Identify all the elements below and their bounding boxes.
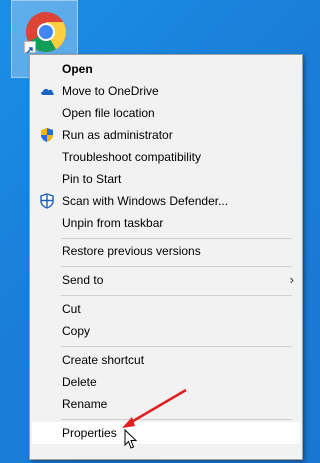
menu-item-unpin-from-taskbar[interactable]: Unpin from taskbar [32,212,300,234]
menu-separator [61,419,292,420]
menu-separator [61,295,292,296]
menu-item-label: Restore previous versions [62,244,201,258]
defender-icon [40,193,54,209]
menu-item-label: Pin to Start [62,172,122,186]
chevron-right-icon: › [289,272,294,287]
menu-item-label: Send to [62,273,104,287]
menu-item-troubleshoot-compatibility[interactable]: Troubleshoot compatibility [32,146,300,168]
menu-item-label: Delete [62,375,97,389]
menu-item-pin-to-start[interactable]: Pin to Start [32,168,300,190]
onedrive-cloud-icon [41,88,54,95]
menu-item-move-to-onedrive[interactable]: Move to OneDrive [32,80,300,102]
menu-separator [61,266,292,267]
menu-item-label: Scan with Windows Defender... [62,194,229,208]
menu-item-label: Troubleshoot compatibility [62,150,201,164]
menu-item-label: Create shortcut [62,353,145,367]
menu-separator [61,238,292,239]
uac-shield-icon [41,128,53,142]
menu-item-copy[interactable]: Copy [32,320,300,342]
menu-item-scan-with-defender[interactable]: Scan with Windows Defender... [32,190,300,212]
menu-item-send-to[interactable]: Send to › [32,269,300,291]
menu-item-label: Open file location [62,106,155,120]
menu-item-label: Open [62,62,93,76]
menu-item-open[interactable]: Open [32,58,300,80]
menu-separator [61,346,292,347]
shortcut-overlay-icon [24,41,36,54]
menu-item-cut[interactable]: Cut [32,298,300,320]
mouse-cursor-icon [124,429,138,449]
menu-item-label: Copy [62,324,91,338]
menu-item-open-file-location[interactable]: Open file location [32,102,300,124]
menu-item-label: Properties [62,426,117,440]
menu-item-rename[interactable]: Rename [32,393,300,415]
menu-item-properties[interactable]: Properties [32,422,300,444]
context-menu: Open Move to OneDrive Open file location… [29,54,303,460]
menu-item-restore-previous-versions[interactable]: Restore previous versions [32,240,300,262]
menu-item-run-as-administrator[interactable]: Run as administrator [32,124,300,146]
menu-item-label: Move to OneDrive [62,84,159,98]
menu-item-create-shortcut[interactable]: Create shortcut [32,349,300,371]
menu-item-label: Unpin from taskbar [62,216,164,230]
menu-item-label: Rename [62,397,108,411]
menu-item-delete[interactable]: Delete [32,371,300,393]
menu-item-label: Cut [62,302,81,316]
menu-item-label: Run as administrator [62,128,173,142]
